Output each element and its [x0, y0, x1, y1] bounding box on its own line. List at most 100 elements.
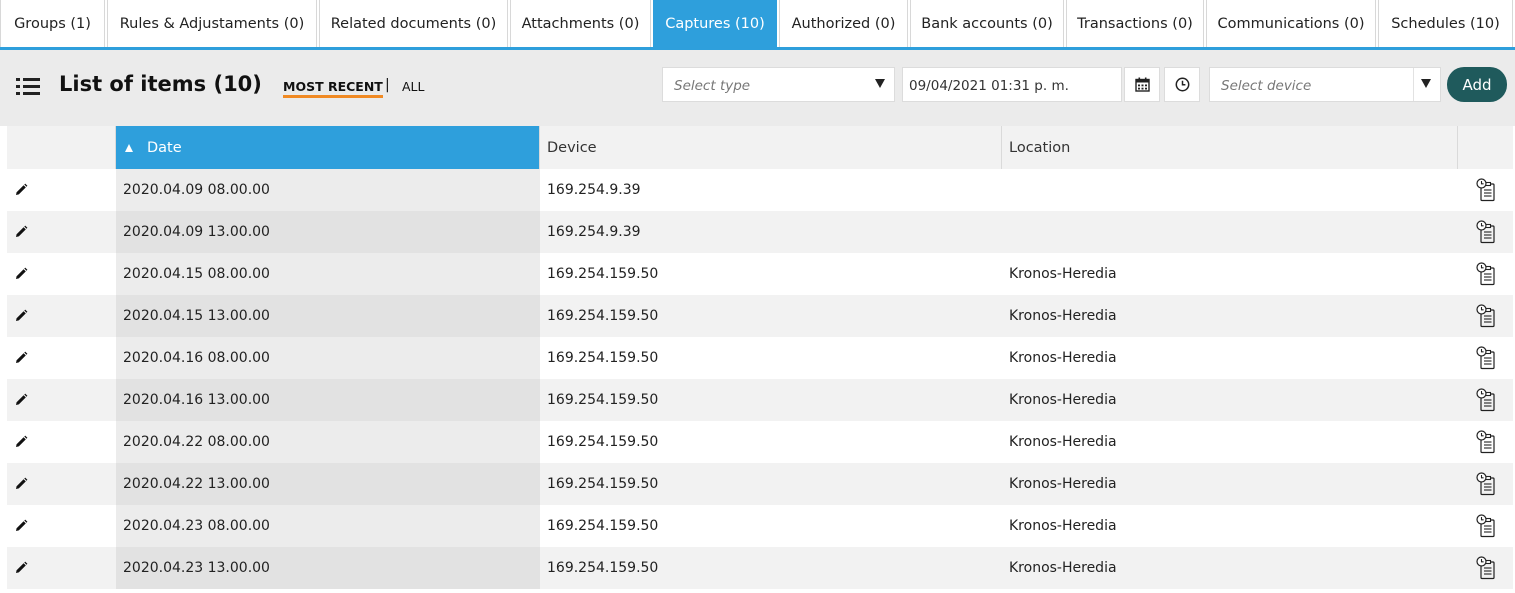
edit-button[interactable] [14, 477, 28, 491]
cell-device: 169.254.159.50 [547, 392, 659, 408]
pencil-icon [16, 519, 28, 531]
clipboard-clock-icon [1475, 514, 1495, 538]
filter-all[interactable]: ALL [402, 79, 424, 94]
pencil-icon [16, 393, 28, 405]
row-details-button[interactable] [1458, 253, 1513, 295]
clock-button[interactable] [1164, 67, 1200, 102]
table-row: 2020.04.22 08.00.00 169.254.159.50 Kronos-… [7, 421, 1513, 463]
column-header-location[interactable]: Location [1002, 126, 1458, 169]
tab-transactions[interactable]: Transactions (0) [1066, 0, 1204, 47]
cell-location: Kronos-Heredia [1009, 518, 1117, 534]
edit-button[interactable] [14, 225, 28, 239]
tab-schedules[interactable]: Schedules (10) [1378, 0, 1513, 47]
cell-date: 2020.04.23 13.00.00 [116, 547, 540, 589]
cell-device: 169.254.9.39 [547, 224, 641, 240]
header-actions-spacer [7, 126, 116, 169]
clipboard-clock-icon [1475, 556, 1495, 580]
clipboard-clock-icon [1475, 388, 1495, 412]
clipboard-clock-icon [1475, 472, 1495, 496]
filter-separator: | [385, 77, 390, 93]
cell-date: 2020.04.09 13.00.00 [116, 211, 540, 253]
pencil-icon [16, 309, 28, 321]
cell-location: Kronos-Heredia [1009, 350, 1117, 366]
calendar-icon [1135, 77, 1150, 92]
cell-location: Kronos-Heredia [1009, 560, 1117, 576]
row-details-button[interactable] [1458, 169, 1513, 211]
edit-button[interactable] [14, 393, 28, 407]
tab-groups[interactable]: Groups (1) [0, 0, 105, 47]
column-header-device[interactable]: Device [540, 126, 1002, 169]
cell-location: Kronos-Heredia [1009, 308, 1117, 324]
edit-button[interactable] [14, 435, 28, 449]
row-details-button[interactable] [1458, 337, 1513, 379]
tab-captures[interactable]: Captures (10) [653, 0, 777, 47]
edit-button[interactable] [14, 309, 28, 323]
table-row: 2020.04.23 08.00.00 169.254.159.50 Kronos-… [7, 505, 1513, 547]
cell-device: 169.254.159.50 [547, 560, 659, 576]
pencil-icon [16, 561, 28, 573]
edit-button[interactable] [14, 183, 28, 197]
list-toolbar: List of items (10) MOST RECENT | ALL Sel… [0, 50, 1515, 126]
edit-cell [7, 169, 116, 211]
cell-date: 2020.04.16 13.00.00 [116, 379, 540, 421]
cell-device: 169.254.159.50 [547, 518, 659, 534]
tab-bank-accounts[interactable]: Bank accounts (0) [910, 0, 1064, 47]
add-button[interactable]: Add [1447, 67, 1507, 102]
page-title: List of items (10) [59, 72, 262, 96]
type-select-placeholder: Select type [674, 78, 751, 94]
cell-location: Kronos-Heredia [1009, 392, 1117, 408]
clipboard-clock-icon [1475, 220, 1495, 244]
cell-device: 169.254.159.50 [547, 266, 659, 282]
edit-button[interactable] [14, 267, 28, 281]
cell-date: 2020.04.23 08.00.00 [116, 505, 540, 547]
cell-location: Kronos-Heredia [1009, 434, 1117, 450]
column-header-date[interactable]: Date [116, 126, 540, 169]
type-select[interactable]: Select type [662, 67, 895, 102]
row-details-button[interactable] [1458, 379, 1513, 421]
cell-date: 2020.04.15 08.00.00 [116, 253, 540, 295]
edit-cell [7, 547, 116, 589]
edit-button[interactable] [14, 561, 28, 575]
edit-cell [7, 337, 116, 379]
tab-bar: Groups (1) Rules & Adjustaments (0) Rela… [0, 0, 1515, 50]
cell-date: 2020.04.15 13.00.00 [116, 295, 540, 337]
caret-down-icon [1421, 79, 1431, 88]
table-row: 2020.04.16 08.00.00 169.254.159.50 Kronos-… [7, 337, 1513, 379]
cell-date: 2020.04.16 08.00.00 [116, 337, 540, 379]
cell-device: 169.254.159.50 [547, 434, 659, 450]
edit-cell [7, 505, 116, 547]
caret-down-icon [875, 79, 885, 88]
filter-most-recent[interactable]: MOST RECENT [283, 79, 383, 98]
pencil-icon [16, 435, 28, 447]
table-row: 2020.04.15 13.00.00 169.254.159.50 Kronos-… [7, 295, 1513, 337]
tab-authorized[interactable]: Authorized (0) [779, 0, 908, 47]
table-row: 2020.04.09 13.00.00 169.254.9.39 [7, 211, 1513, 253]
pencil-icon [16, 351, 28, 363]
row-details-button[interactable] [1458, 505, 1513, 547]
row-details-button[interactable] [1458, 295, 1513, 337]
edit-button[interactable] [14, 351, 28, 365]
pencil-icon [16, 183, 28, 195]
cell-device: 169.254.159.50 [547, 476, 659, 492]
device-select[interactable]: Select device [1209, 67, 1441, 102]
column-header-date-label: Date [147, 139, 182, 156]
edit-cell [7, 253, 116, 295]
row-details-button[interactable] [1458, 463, 1513, 505]
tab-communications[interactable]: Communications (0) [1206, 0, 1376, 47]
edit-cell [7, 463, 116, 505]
row-details-button[interactable] [1458, 421, 1513, 463]
row-details-button[interactable] [1458, 547, 1513, 589]
cell-location: Kronos-Heredia [1009, 476, 1117, 492]
tab-attachments[interactable]: Attachments (0) [510, 0, 651, 47]
edit-button[interactable] [14, 519, 28, 533]
table-row: 2020.04.23 13.00.00 169.254.159.50 Kronos-… [7, 547, 1513, 589]
row-details-button[interactable] [1458, 211, 1513, 253]
date-time-input[interactable]: 09/04/2021 01:31 p. m. [902, 67, 1122, 102]
tab-related-documents[interactable]: Related documents (0) [319, 0, 508, 47]
cell-device: 169.254.159.50 [547, 308, 659, 324]
table-row: 2020.04.15 08.00.00 169.254.159.50 Kronos-… [7, 253, 1513, 295]
cell-date: 2020.04.22 13.00.00 [116, 463, 540, 505]
tab-rules-adjustaments[interactable]: Rules & Adjustaments (0) [107, 0, 317, 47]
calendar-button[interactable] [1124, 67, 1160, 102]
clipboard-clock-icon [1475, 430, 1495, 454]
